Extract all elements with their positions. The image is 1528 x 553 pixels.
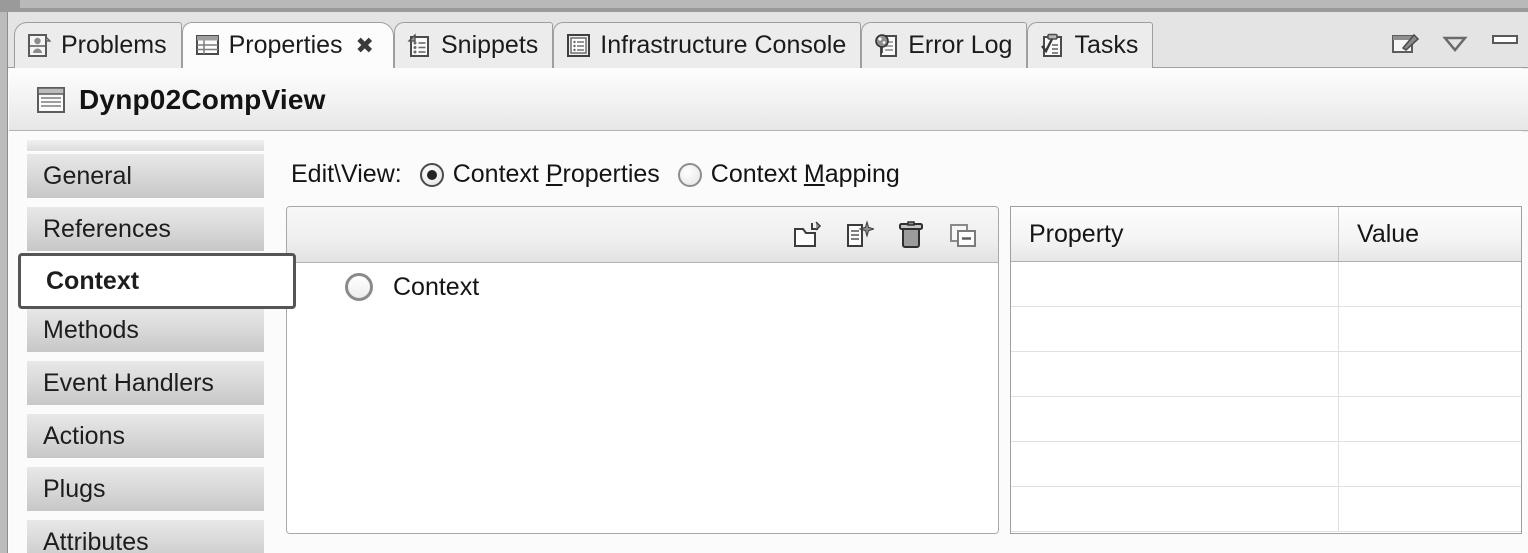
context-tree-panel: Context	[286, 206, 999, 534]
properties-icon	[195, 33, 220, 58]
tab-label: Error Log	[908, 31, 1012, 60]
tab-snippets[interactable]: Snippets	[394, 22, 553, 68]
properties-table-header: Property Value	[1011, 207, 1521, 262]
sidebar-item-plugs[interactable]: Plugs	[27, 465, 264, 511]
table-cell[interactable]	[1339, 262, 1521, 306]
radio-context-mapping[interactable]	[678, 163, 702, 187]
view-menu-chevron-down-icon[interactable]	[1440, 28, 1470, 58]
radio-context-properties[interactable]	[420, 163, 444, 187]
table-row[interactable]	[1011, 352, 1521, 397]
component-view-icon	[37, 87, 65, 113]
context-tree-list[interactable]: Context	[287, 264, 998, 533]
tab-properties[interactable]: Properties ✖	[182, 22, 394, 68]
view-title-bar: Dynp02CompView	[9, 69, 1528, 131]
sidebar-item-label: Plugs	[43, 475, 106, 504]
sidebar-top-filler	[27, 140, 264, 152]
tree-node-label: Context	[393, 273, 479, 302]
table-cell[interactable]	[1011, 442, 1339, 486]
table-row[interactable]	[1011, 307, 1521, 352]
infrastructure-console-icon	[566, 33, 591, 58]
table-cell[interactable]	[1339, 307, 1521, 351]
radio-context-mapping-label[interactable]: Context Mapping	[711, 160, 900, 189]
tab-problems[interactable]: Problems	[14, 22, 182, 68]
editview-label: Edit\View:	[291, 160, 402, 189]
sidebar-item-actions[interactable]: Actions	[27, 412, 264, 458]
sidebar-item-label: References	[43, 215, 171, 244]
sidebar-item-references[interactable]: References	[27, 205, 264, 251]
delete-icon[interactable]	[896, 220, 926, 250]
section-sidebar: General References Context Methods Event Han…	[18, 140, 264, 553]
tasks-icon	[1040, 33, 1065, 58]
table-row[interactable]	[1011, 397, 1521, 442]
editview-radio-group: Edit\View: Context Properties Context Ma…	[291, 160, 900, 189]
tab-infrastructure-console[interactable]: Infrastructure Console	[553, 22, 861, 68]
page-title: Dynp02CompView	[79, 84, 326, 116]
sidebar-item-label: Context	[46, 267, 139, 296]
table-cell[interactable]	[1339, 397, 1521, 441]
sidebar-item-label: General	[43, 162, 132, 191]
tab-label: Snippets	[441, 31, 538, 60]
column-header-value[interactable]: Value	[1339, 207, 1521, 261]
view-body: General References Context Methods Event Han…	[9, 132, 1528, 553]
tab-label: Infrastructure Console	[600, 31, 846, 60]
table-row[interactable]	[1011, 442, 1521, 487]
tab-label: Tasks	[1074, 31, 1138, 60]
table-cell[interactable]	[1011, 397, 1339, 441]
sidebar-item-event-handlers[interactable]: Event Handlers	[27, 359, 264, 405]
tree-node[interactable]: Context	[287, 264, 998, 310]
window-top-strip	[0, 0, 1528, 12]
tab-bar-tools	[1390, 28, 1520, 58]
error-log-icon	[874, 33, 899, 58]
sidebar-item-label: Attributes	[43, 528, 149, 553]
window-left-rail	[0, 0, 8, 553]
tab-tasks[interactable]: Tasks	[1027, 22, 1153, 68]
sidebar-item-context[interactable]: Context	[18, 253, 296, 309]
table-cell[interactable]	[1339, 487, 1521, 531]
sidebar-item-general[interactable]: General	[27, 152, 264, 198]
close-icon[interactable]: ✖	[356, 33, 373, 59]
tab-label: Properties	[229, 31, 343, 60]
view-tab-bar: Problems Properties ✖ Snippets Infrastructur…	[8, 12, 1528, 68]
properties-table: Property Value	[1010, 206, 1522, 534]
table-cell[interactable]	[1011, 352, 1339, 396]
problems-icon	[27, 33, 52, 58]
sidebar-item-label: Event Handlers	[43, 369, 214, 398]
context-editor-content: Edit\View: Context Properties Context Ma…	[271, 132, 1528, 553]
table-row[interactable]	[1011, 487, 1521, 532]
sidebar-item-attributes[interactable]: Attributes	[27, 518, 264, 553]
sidebar-item-label: Actions	[43, 422, 125, 451]
eclipse-properties-view: Problems Properties ✖ Snippets Infrastructur…	[0, 0, 1528, 553]
table-row[interactable]	[1011, 262, 1521, 307]
tab-error-log[interactable]: Error Log	[861, 22, 1027, 68]
collapse-all-icon[interactable]	[948, 220, 978, 250]
pin-view-icon[interactable]	[1390, 28, 1420, 58]
tab-label: Problems	[61, 31, 167, 60]
sidebar-item-methods[interactable]: Methods	[27, 306, 264, 352]
table-cell[interactable]	[1339, 352, 1521, 396]
properties-table-body	[1011, 262, 1521, 532]
column-header-property[interactable]: Property	[1011, 207, 1339, 261]
table-cell[interactable]	[1011, 487, 1339, 531]
minimize-icon[interactable]	[1490, 28, 1520, 58]
table-cell[interactable]	[1011, 307, 1339, 351]
context-node-icon	[345, 273, 373, 301]
context-tree-toolbar	[287, 207, 998, 263]
new-node-icon[interactable]	[792, 220, 822, 250]
new-attribute-icon[interactable]	[844, 220, 874, 250]
sidebar-item-label: Methods	[43, 316, 139, 345]
view-tab-list: Problems Properties ✖ Snippets Infrastructur…	[14, 18, 1153, 68]
snippets-icon	[407, 33, 432, 58]
window-top-strip-inner	[20, 0, 1528, 8]
table-cell[interactable]	[1011, 262, 1339, 306]
radio-context-properties-label[interactable]: Context Properties	[453, 160, 660, 189]
table-cell[interactable]	[1339, 442, 1521, 486]
